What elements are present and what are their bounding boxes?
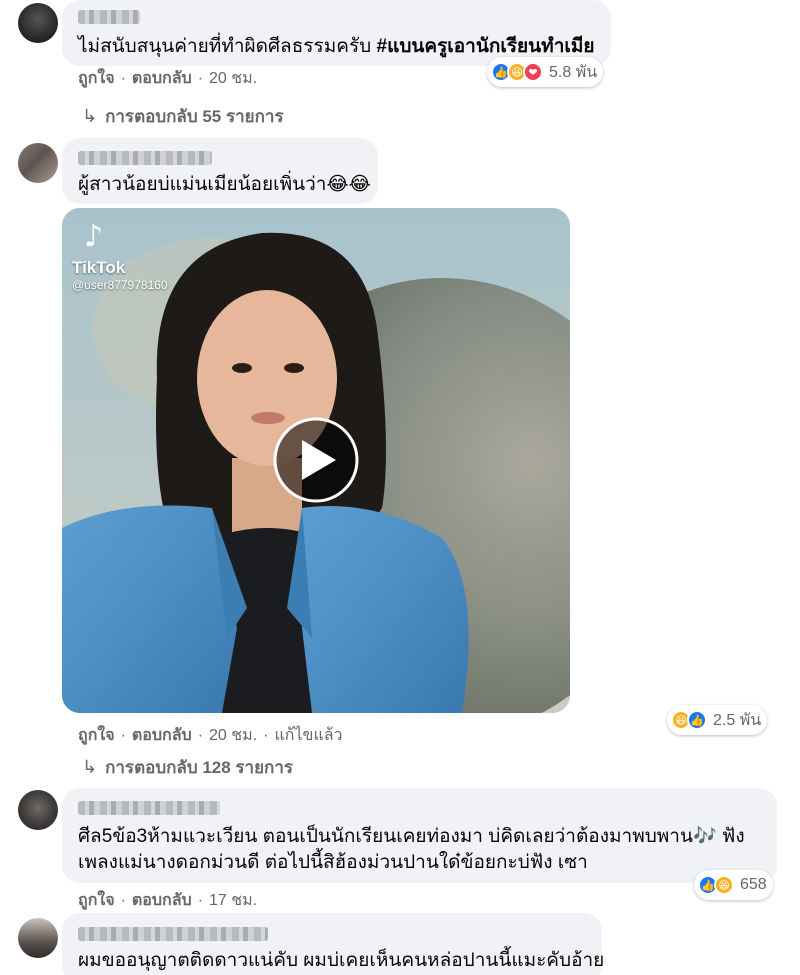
comment-text: ผู้สาวน้อยบ่แม่นเมียน้อยเพิ่นว่า😂😂 (78, 174, 371, 195)
replies-label: การตอบกลับ 128 รายการ (105, 758, 294, 777)
comment-actions: ถูกใจ · ตอบกลับ · 20 ชม. · แก้ไขแล้ว (78, 723, 343, 748)
separator: · (120, 726, 126, 744)
view-replies-link[interactable]: ↳ การตอบกลับ 128 รายการ (82, 754, 293, 781)
timestamp[interactable]: 17 ชม. (209, 888, 257, 913)
reaction-summary[interactable]: 👍 😆 ❤ 5.8 พัน (487, 57, 604, 87)
comment-actions: ถูกใจ · ตอบกลับ · 20 ชม. (78, 66, 257, 91)
separator: · (197, 726, 204, 744)
edited-label: แก้ไขแล้ว (274, 727, 343, 744)
like-reaction-icon: 👍 (687, 710, 707, 730)
commenter-name-blurred[interactable] (78, 927, 268, 941)
reply-link[interactable]: ตอบกลับ (132, 888, 192, 913)
reply-arrow-icon: ↳ (82, 757, 98, 777)
video-player[interactable]: ♪ TikTok @user877978160 (62, 208, 570, 713)
reaction-count: 2.5 พัน (713, 711, 762, 729)
comment-text-line-2: เพลงแม่นางดอกม่วนดี ต่อไปนี้สิฮ้องม่วนปา… (78, 852, 588, 873)
commenter-name-blurred[interactable] (78, 801, 220, 815)
like-link[interactable]: ถูกใจ (78, 888, 115, 913)
separator: · (120, 891, 126, 909)
love-reaction-icon: ❤ (523, 62, 543, 82)
comment-body: ไม่สนับสนุนค่ายที่ทำผิดศีลธรรมครับ (78, 36, 372, 57)
timestamp[interactable]: 20 ชม. (209, 723, 257, 748)
separator: · (197, 69, 204, 87)
reaction-count: 5.8 พัน (549, 63, 598, 81)
reaction-count: 658 (740, 876, 767, 893)
reaction-summary[interactable]: 👍 😆 658 (694, 870, 773, 900)
tiktok-username: @user877978160 (72, 278, 168, 292)
view-replies-link[interactable]: ↳ การตอบกลับ 55 รายการ (82, 103, 284, 130)
reply-link[interactable]: ตอบกลับ (132, 723, 192, 748)
like-link[interactable]: ถูกใจ (78, 723, 115, 748)
avatar[interactable] (18, 3, 58, 43)
separator: · (263, 726, 269, 744)
like-link[interactable]: ถูกใจ (78, 66, 115, 91)
replies-label: การตอบกลับ 55 รายการ (105, 107, 284, 126)
separator: · (197, 891, 204, 909)
reply-arrow-icon: ↳ (82, 106, 98, 126)
reply-link[interactable]: ตอบกลับ (132, 66, 192, 91)
commenter-name-blurred[interactable] (78, 151, 212, 165)
comment-actions: ถูกใจ · ตอบกลับ · 17 ชม. (78, 888, 257, 913)
tiktok-logo-icon: ♪ (84, 219, 103, 254)
comment-text: ผมขออนุญาตติดดาวแน่คับ ผมบ่เคยเห็นคนหล่อ… (78, 950, 605, 971)
commenter-name-blurred[interactable] (78, 10, 140, 24)
timestamp[interactable]: 20 ชม. (209, 66, 257, 91)
tiktok-brand: TikTok (72, 258, 126, 277)
separator: · (120, 69, 126, 87)
avatar[interactable] (18, 790, 58, 830)
avatar[interactable] (18, 143, 58, 183)
reaction-summary[interactable]: 😆 👍 2.5 พัน (667, 705, 768, 735)
haha-reaction-icon: 😆 (714, 875, 734, 895)
avatar[interactable] (18, 918, 58, 958)
hashtag-link[interactable]: #แบนครูเอานักเรียนทำเมีย (377, 36, 595, 57)
